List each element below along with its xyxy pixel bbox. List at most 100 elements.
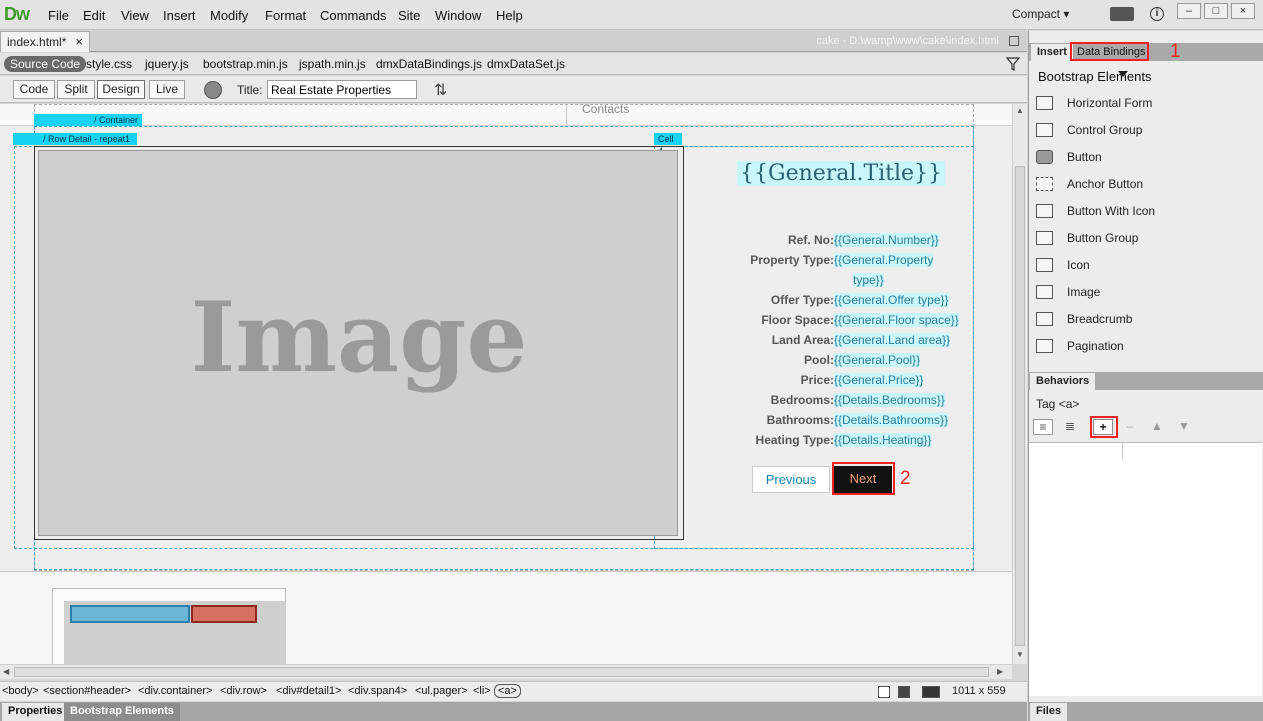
scroll-down-arrow[interactable]: ▼ — [1016, 650, 1024, 659]
scroll-up-arrow[interactable]: ▲ — [1016, 106, 1024, 115]
remove-behavior-icon[interactable]: – — [1120, 419, 1140, 435]
info-icon[interactable]: i — [1150, 7, 1164, 21]
tag-body[interactable]: <body> — [2, 685, 39, 697]
tab-bootstrap-elements[interactable]: Bootstrap Elements — [64, 703, 180, 721]
move-down-icon[interactable]: ▼ — [1174, 419, 1194, 435]
detail-label: Bedrooms: — [770, 393, 834, 407]
menu-site[interactable]: Site — [398, 8, 420, 23]
control-group-icon — [1036, 123, 1053, 137]
detail-value[interactable]: {{Details.Bedrooms}} — [834, 393, 945, 407]
detail-label: Bathrooms: — [766, 413, 834, 427]
close-tab-icon[interactable]: × — [75, 34, 83, 49]
move-up-icon[interactable]: ▲ — [1147, 419, 1167, 435]
restore-icon[interactable] — [1009, 36, 1019, 46]
button-with-icon-icon — [1036, 204, 1053, 218]
document-tab-strip: index.html* × cake - D:\wamp\www\cake\in… — [0, 31, 1027, 52]
tag-div-span4[interactable]: <div.span4> — [348, 685, 407, 697]
menu-file[interactable]: File — [48, 8, 69, 23]
detail-label: Ref. No: — [788, 233, 834, 247]
document-tab-label: index.html* — [7, 35, 67, 49]
scroll-left-arrow[interactable]: ◀ — [3, 667, 9, 676]
tab-files[interactable]: Files — [1030, 703, 1068, 721]
menu-insert[interactable]: Insert — [163, 8, 196, 23]
detail-value[interactable]: {{Details.Bathrooms}} — [834, 413, 949, 427]
vertical-scrollbar[interactable]: ▲ ▼ — [1012, 104, 1027, 664]
detail-value[interactable]: {{General.Number}} — [834, 233, 939, 247]
menu-view[interactable]: View — [121, 8, 149, 23]
category-dropdown-arrow-icon[interactable] — [1118, 71, 1128, 77]
pagination-icon — [1036, 339, 1053, 353]
detail-value-continued[interactable]: type}} — [853, 273, 884, 287]
vertical-scroll-thumb[interactable] — [1015, 166, 1025, 646]
detail-label: Offer Type: — [770, 293, 834, 307]
detail-value[interactable]: {{General.Pool}} — [834, 353, 921, 367]
related-file-dmxdataset[interactable]: dmxDataSet.js — [487, 57, 565, 71]
image-placeholder[interactable]: Image — [38, 150, 678, 536]
close-window-button[interactable]: × — [1231, 3, 1255, 19]
tag-div-detail1[interactable]: <div#detail1> — [276, 685, 341, 697]
detail-value[interactable]: {{Details.Heating}} — [834, 433, 932, 447]
detail-value[interactable]: {{General.Property — [834, 253, 934, 267]
detail-value[interactable]: {{General.Price}} — [834, 373, 924, 387]
related-file-jquery[interactable]: jquery.js — [145, 57, 189, 71]
container-chip[interactable]: / Container — [34, 114, 142, 126]
tab-properties[interactable]: Properties — [2, 703, 69, 721]
tag-li[interactable]: <li> — [473, 685, 491, 697]
menu-format[interactable]: Format — [265, 8, 306, 23]
window-size[interactable]: 1011 x 559 — [952, 685, 1006, 697]
tag-div-row[interactable]: <div.row> — [220, 685, 267, 697]
related-file-dmxdatabindings[interactable]: dmxDataBindings.js — [376, 57, 482, 71]
scroll-right-arrow[interactable]: ▶ — [997, 667, 1003, 676]
design-view-button[interactable]: Design — [97, 80, 145, 99]
split-view-button[interactable]: Split — [57, 80, 95, 99]
workspace-switcher[interactable]: Compact ▾ — [1012, 7, 1069, 21]
menu-modify[interactable]: Modify — [210, 8, 248, 23]
tab-insert[interactable]: Insert — [1031, 44, 1073, 61]
hand-tool-icon[interactable] — [898, 686, 910, 698]
code-view-button[interactable]: Code — [13, 80, 55, 99]
horizontal-scrollbar[interactable]: ◀ ▶ — [0, 664, 1012, 679]
tag-ul-pager[interactable]: <ul.pager> — [415, 685, 468, 697]
document-tab[interactable]: index.html* × — [0, 31, 90, 52]
minimize-button[interactable]: – — [1177, 3, 1201, 19]
maximize-button[interactable]: □ — [1204, 3, 1228, 19]
row-detail-chip[interactable]: / Row Detail - repeat1 — [13, 133, 137, 145]
horizontal-scroll-thumb[interactable] — [14, 667, 989, 677]
preview-globe-icon[interactable] — [204, 81, 222, 99]
cell-chip[interactable]: Cell 4 — [654, 133, 682, 156]
tag-div-container[interactable]: <div.container> — [138, 685, 212, 697]
detail-value[interactable]: {{General.Offer type}} — [834, 293, 949, 307]
related-file-source-code[interactable]: Source Code — [4, 56, 87, 72]
title-input[interactable] — [267, 80, 417, 99]
document-path: cake - D:\wamp\www\cake\index.html — [816, 35, 999, 47]
menu-window[interactable]: Window — [435, 8, 481, 23]
general-title-binding[interactable]: {{General.Title}} — [737, 161, 946, 186]
tab-behaviors[interactable]: Behaviors — [1030, 373, 1096, 390]
tag-a-selected[interactable]: <a> — [494, 684, 521, 698]
detail-value[interactable]: {{General.Floor space}} — [834, 313, 959, 327]
screen-size-icon[interactable] — [922, 686, 940, 698]
select-tool-icon[interactable] — [878, 686, 890, 698]
menu-edit[interactable]: Edit — [83, 8, 105, 23]
mini-preview — [52, 588, 286, 664]
tag-section-header[interactable]: <section#header> — [43, 685, 131, 697]
sync-icon[interactable] — [1110, 7, 1134, 21]
related-file-jspath[interactable]: jspath.min.js — [299, 57, 366, 71]
related-file-bootstrap[interactable]: bootstrap.min.js — [203, 57, 288, 71]
show-set-events-icon[interactable]: ≡ — [1033, 419, 1053, 435]
behaviors-list[interactable] — [1029, 442, 1262, 696]
file-transfer-icon[interactable]: ⇅ — [434, 80, 447, 100]
menu-commands[interactable]: Commands — [320, 8, 386, 23]
property-panel-tabs: Properties Bootstrap Elements — [0, 702, 1027, 721]
live-view-button[interactable]: Live — [149, 80, 185, 99]
document-toolbar: Code Split Design Live — [0, 76, 1027, 103]
design-canvas[interactable]: Contacts / Container / Row Detail - repe… — [0, 104, 1012, 664]
detail-value[interactable]: {{General.Land area}} — [834, 333, 951, 347]
previous-button[interactable]: Previous — [752, 466, 830, 493]
show-all-events-icon[interactable]: ≣ — [1060, 419, 1080, 435]
category-dropdown[interactable]: Bootstrap Elements — [1038, 69, 1151, 84]
insert-item-label: Button — [1067, 150, 1102, 164]
related-file-style-css[interactable]: style.css — [86, 57, 132, 71]
filter-icon[interactable] — [1006, 57, 1020, 71]
menu-help[interactable]: Help — [496, 8, 523, 23]
